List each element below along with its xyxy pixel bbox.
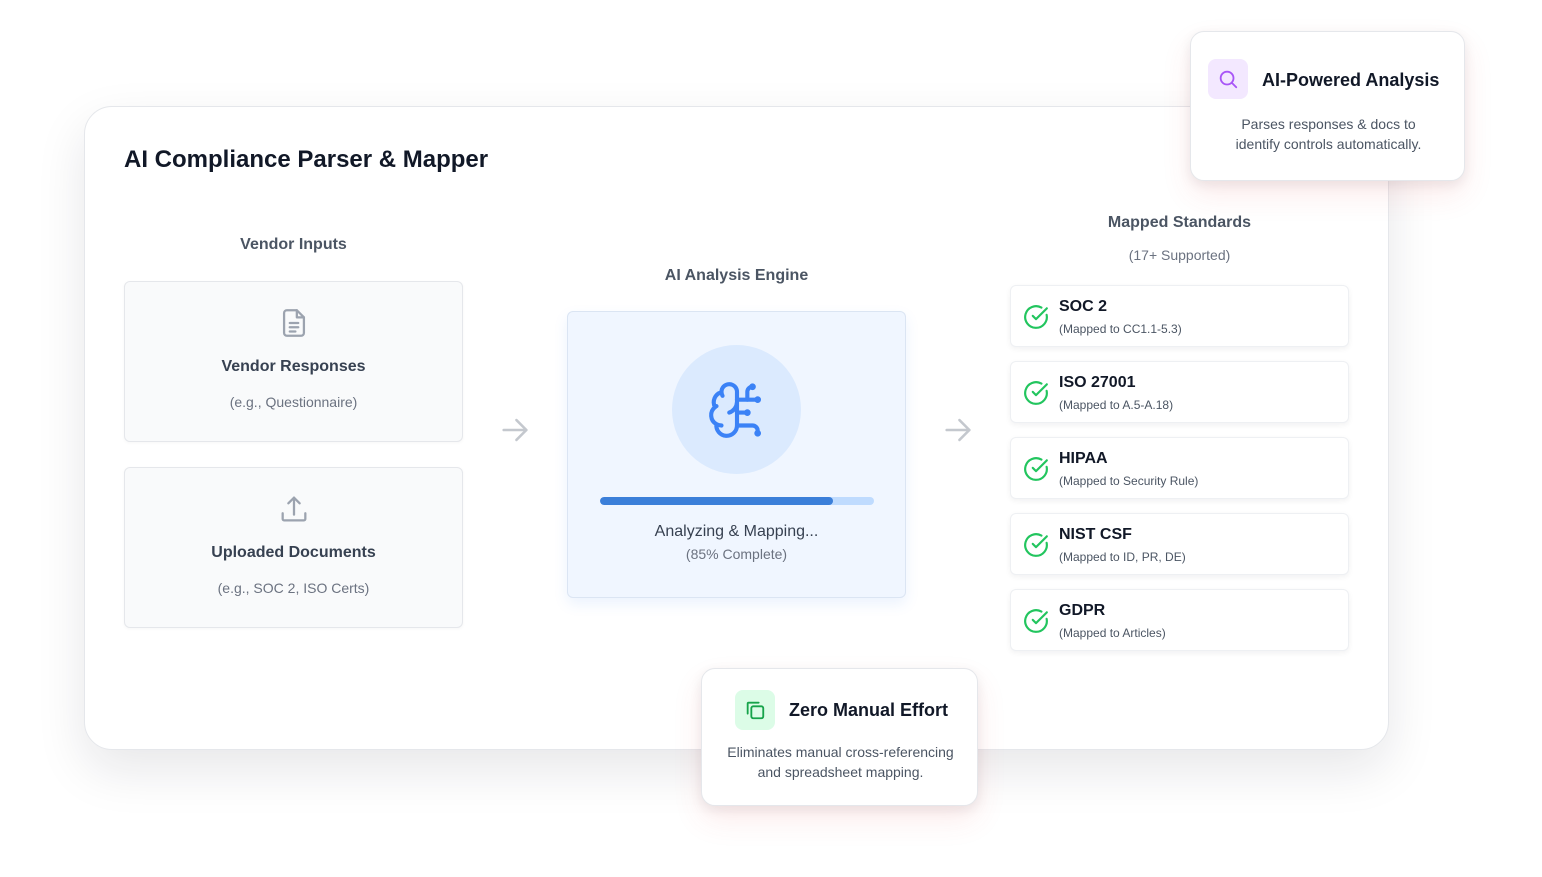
analysis-progress-bar — [600, 497, 874, 505]
standard-name: NIST CSF — [1059, 526, 1132, 543]
standard-item-iso27001[interactable]: ISO 27001 (Mapped to A.5-A.18) — [1010, 361, 1349, 423]
feature-title: Zero Manual Effort — [789, 700, 949, 720]
engine-percent-text: (85% Complete) — [685, 546, 788, 562]
arrow-right-icon — [502, 418, 528, 442]
ai-powered-analysis-card: AI-Powered Analysis Parses responses & d… — [1190, 31, 1465, 181]
analysis-engine-card: Analyzing & Mapping... (85% Complete) — [567, 311, 906, 598]
search-icon-badge — [1208, 59, 1248, 99]
mapped-standards-label: Mapped Standards — [1107, 214, 1252, 231]
standard-mapping: (Mapped to Security Rule) — [1059, 474, 1199, 488]
uploaded-documents-card[interactable]: Uploaded Documents (e.g., SOC 2, ISO Cer… — [124, 467, 463, 628]
standard-item-soc2[interactable]: SOC 2 (Mapped to CC1.1-5.3) — [1010, 285, 1349, 347]
standard-name: ISO 27001 — [1059, 374, 1136, 391]
vendor-responses-subtitle: (e.g., Questionnaire) — [229, 394, 358, 410]
vendor-responses-title: Vendor Responses — [221, 358, 366, 375]
feature-description: Parses responses & docs to identify cont… — [1191, 114, 1466, 154]
standard-item-gdpr[interactable]: GDPR (Mapped to Articles) — [1010, 589, 1349, 651]
analysis-progress-fill — [600, 497, 833, 505]
copy-icon-badge — [735, 690, 775, 730]
feature-description-line: and spreadsheet mapping. — [757, 764, 924, 780]
feature-description-line: Eliminates manual cross-referencing — [727, 744, 954, 760]
standard-name: GDPR — [1059, 602, 1106, 619]
page-title: AI Compliance Parser & Mapper — [124, 146, 489, 173]
standard-mapping: (Mapped to A.5-A.18) — [1059, 398, 1174, 412]
check-circle-icon — [1024, 533, 1048, 557]
check-circle-icon — [1024, 381, 1048, 405]
standard-name: HIPAA — [1059, 450, 1108, 467]
feature-description: Eliminates manual cross-referencing and … — [702, 742, 979, 782]
standard-item-hipaa[interactable]: HIPAA (Mapped to Security Rule) — [1010, 437, 1349, 499]
standard-mapping: (Mapped to ID, PR, DE) — [1059, 550, 1186, 564]
feature-description-line: Parses responses & docs to — [1241, 116, 1416, 132]
engine-icon-circle — [672, 345, 801, 474]
standard-item-nist-csf[interactable]: NIST CSF (Mapped to ID, PR, DE) — [1010, 513, 1349, 575]
brain-circuit-icon — [708, 381, 761, 438]
upload-icon — [281, 496, 306, 522]
document-icon — [282, 309, 305, 337]
standard-mapping: (Mapped to CC1.1-5.3) — [1059, 322, 1182, 336]
uploaded-documents-title: Uploaded Documents — [211, 544, 376, 561]
search-icon — [1219, 70, 1238, 89]
zero-manual-effort-card: Zero Manual Effort Eliminates manual cro… — [701, 668, 978, 806]
feature-title: AI-Powered Analysis — [1262, 70, 1440, 90]
engine-status-text: Analyzing & Mapping... — [654, 523, 819, 540]
check-circle-icon — [1024, 305, 1048, 329]
arrow-right-icon — [945, 418, 971, 442]
feature-description-line: identify controls automatically. — [1235, 136, 1422, 152]
mapped-standards-sublabel: (17+ Supported) — [1128, 247, 1231, 263]
standard-mapping: (Mapped to Articles) — [1059, 626, 1166, 640]
engine-label: AI Analysis Engine — [664, 267, 809, 284]
check-circle-icon — [1024, 457, 1048, 481]
copy-icon — [746, 701, 765, 720]
standard-name: SOC 2 — [1059, 298, 1108, 315]
uploaded-documents-subtitle: (e.g., SOC 2, ISO Certs) — [217, 580, 370, 596]
vendor-responses-card[interactable]: Vendor Responses (e.g., Questionnaire) — [124, 281, 463, 442]
vendor-inputs-label: Vendor Inputs — [240, 236, 347, 253]
check-circle-icon — [1024, 609, 1048, 633]
